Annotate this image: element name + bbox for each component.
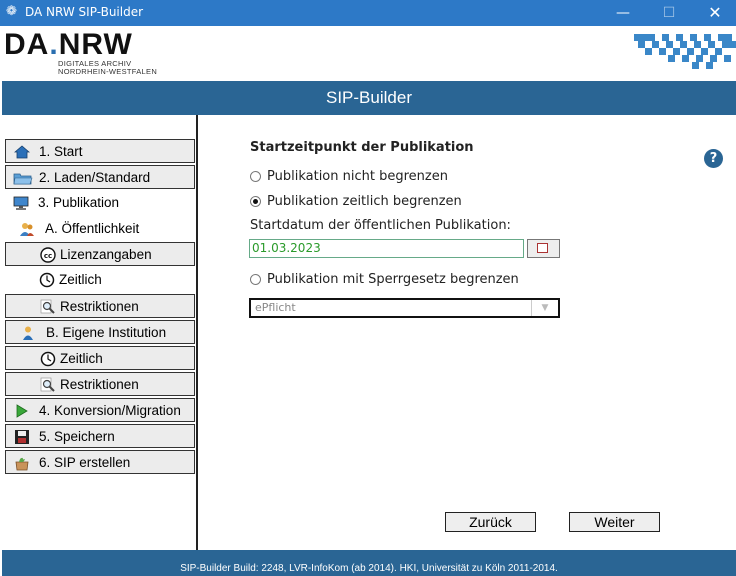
nav-item-oeffentlichkeit[interactable]: A. Öffentlichkeit bbox=[5, 217, 195, 241]
maximize-button[interactable]: ☐ bbox=[646, 0, 692, 26]
magnifier-icon bbox=[40, 377, 55, 392]
section-title: Startzeitpunkt der Publikation bbox=[250, 140, 474, 155]
help-icon[interactable]: ? bbox=[704, 149, 723, 168]
nav-label-speichern: 5. Speichern bbox=[39, 429, 115, 444]
minimize-button[interactable]: — bbox=[600, 0, 646, 26]
nav-item-konversion[interactable]: 4. Konversion/Migration bbox=[5, 398, 195, 422]
nav-item-laden[interactable]: 2. Laden/Standard bbox=[5, 165, 195, 189]
pixel-pattern-logo bbox=[630, 30, 736, 70]
window-title-bar: ❁ DA NRW SIP-Builder — ☐ ✕ bbox=[0, 0, 736, 26]
nav-label-sip-erstellen: 6. SIP erstellen bbox=[39, 455, 131, 470]
law-select-value: ePflicht bbox=[255, 301, 296, 314]
back-button[interactable]: Zurück bbox=[445, 512, 536, 532]
floppy-disk-icon bbox=[15, 430, 29, 444]
nav-item-zeitlich-institution[interactable]: Zeitlich bbox=[5, 346, 195, 370]
calendar-icon bbox=[537, 243, 548, 253]
radio-law[interactable] bbox=[250, 274, 261, 285]
nav-label-zeitlich-public: Zeitlich bbox=[59, 272, 102, 287]
radio-label-time-limited: Publikation zeitlich begrenzen bbox=[267, 194, 462, 209]
logo-dot: . bbox=[49, 28, 59, 61]
home-icon bbox=[14, 145, 30, 159]
radio-time-limited[interactable] bbox=[250, 196, 261, 207]
logo-nrw: NRW bbox=[58, 28, 133, 61]
folder-icon bbox=[13, 173, 33, 185]
clock-icon bbox=[39, 272, 55, 288]
svg-text:cc: cc bbox=[44, 252, 52, 260]
creative-commons-icon: cc bbox=[40, 247, 56, 263]
header-bar: SIP-Builder bbox=[2, 81, 736, 115]
radio-unlimited[interactable] bbox=[250, 171, 261, 182]
clock-icon bbox=[40, 351, 56, 367]
nav-label-restriktionen-public: Restriktionen bbox=[60, 299, 139, 314]
nav-item-start[interactable]: 1. Start bbox=[5, 139, 195, 163]
nav-item-lizenzangaben[interactable]: cc Lizenzangaben bbox=[5, 242, 195, 266]
page-title: SIP-Builder bbox=[326, 88, 412, 107]
nav-label-start: 1. Start bbox=[39, 144, 83, 159]
nav-item-eigene-institution[interactable]: B. Eigene Institution bbox=[5, 320, 195, 344]
nav-label-oeffentlichkeit: A. Öffentlichkeit bbox=[45, 221, 140, 236]
nav-label-restriktionen-institution: Restriktionen bbox=[60, 377, 139, 392]
next-button[interactable]: Weiter bbox=[569, 512, 660, 532]
main-panel: Startzeitpunkt der Publikation ? Publika… bbox=[198, 115, 736, 550]
nav-item-zeitlich-public[interactable]: Zeitlich bbox=[5, 268, 195, 292]
danrw-logo: DA.NRW DIGITALES ARCHIV NORDRHEIN-WESTFA… bbox=[4, 30, 157, 76]
logo-line2: NORDRHEIN-WESTFALEN bbox=[58, 67, 158, 76]
window-title: DA NRW SIP-Builder bbox=[25, 5, 144, 19]
sidebar-nav: 1. Start 2. Laden/Standard 3. Publikatio… bbox=[0, 115, 198, 550]
app-icon: ❁ bbox=[6, 4, 17, 19]
nav-label-eigene-institution: B. Eigene Institution bbox=[46, 325, 167, 340]
calendar-button[interactable] bbox=[527, 239, 560, 258]
nav-label-konversion: 4. Konversion/Migration bbox=[39, 403, 181, 418]
nav-label-zeitlich-institution: Zeitlich bbox=[60, 351, 103, 366]
nav-item-sip-erstellen[interactable]: 6. SIP erstellen bbox=[5, 450, 195, 474]
play-icon bbox=[16, 404, 28, 418]
nav-item-restriktionen-public[interactable]: Restriktionen bbox=[5, 294, 195, 318]
start-date-input[interactable]: 01.03.2023 bbox=[249, 239, 524, 258]
users-icon bbox=[20, 223, 34, 236]
start-date-label: Startdatum der öffentlichen Publikation: bbox=[250, 218, 511, 233]
footer-text: SIP-Builder Build: 2248, LVR-InfoKom (ab… bbox=[180, 563, 558, 574]
nav-item-restriktionen-institution[interactable]: Restriktionen bbox=[5, 372, 195, 396]
magnifier-icon bbox=[40, 299, 55, 314]
user-icon bbox=[23, 326, 33, 340]
monitor-icon bbox=[13, 196, 29, 210]
close-button[interactable]: ✕ bbox=[692, 0, 736, 26]
nav-item-speichern[interactable]: 5. Speichern bbox=[5, 424, 195, 448]
radio-label-unlimited: Publikation nicht begrenzen bbox=[267, 169, 448, 184]
logo-da: DA bbox=[4, 28, 50, 61]
nav-item-publikation[interactable]: 3. Publikation bbox=[5, 191, 195, 215]
package-icon bbox=[15, 457, 29, 471]
chevron-down-icon[interactable]: ▼ bbox=[531, 300, 558, 316]
law-select[interactable]: ePflicht ▼ bbox=[249, 298, 560, 318]
nav-label-publikation: 3. Publikation bbox=[38, 195, 120, 210]
radio-label-law: Publikation mit Sperrgesetz begrenzen bbox=[267, 272, 519, 287]
nav-label-lizenzangaben: Lizenzangaben bbox=[60, 247, 152, 262]
nav-label-laden: 2. Laden/Standard bbox=[39, 170, 151, 185]
footer-bar: SIP-Builder Build: 2248, LVR-InfoKom (ab… bbox=[2, 550, 736, 576]
